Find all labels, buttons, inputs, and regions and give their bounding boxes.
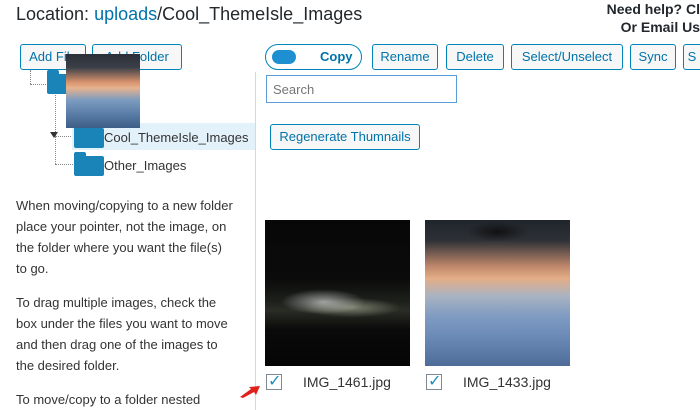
tree-item-label[interactable]: Cool_ThemeIsle_Images [104, 130, 249, 145]
move-copy-toggle[interactable]: Copy [265, 44, 362, 70]
help-paragraph: To move/copy to a folder nested [16, 392, 201, 407]
tree-item-label[interactable]: Other_Images [104, 158, 186, 173]
dragged-image-thumbnail[interactable] [66, 54, 140, 128]
location-uploads-link[interactable]: uploads [94, 4, 157, 24]
help-paragraph: To drag multiple images, check the box u… [16, 295, 228, 373]
tree-line [55, 92, 56, 164]
delete-button[interactable]: Delete [446, 44, 504, 70]
file-name: IMG_1433.jpg [463, 374, 551, 390]
file-name: IMG_1461.jpg [303, 374, 391, 390]
tree-line [30, 84, 48, 85]
tree-line [30, 70, 31, 84]
regenerate-thumbnails-button[interactable]: Regenerate Thumnails [270, 124, 420, 150]
location-prefix: Location: [16, 4, 95, 24]
toggle-label: Copy [320, 49, 353, 64]
folder-icon[interactable] [74, 124, 104, 148]
toggle-knob-icon [272, 50, 296, 64]
sync-button[interactable]: Sync [630, 44, 676, 70]
help-block: Need help? Cl Or Email Us [607, 0, 700, 36]
select-unselect-button[interactable]: Select/Unselect [511, 44, 623, 70]
image-thumbnail[interactable] [265, 220, 410, 366]
mouse-pointer-icon [240, 386, 260, 398]
location-breadcrumb: Location: uploads/Cool_ThemeIsle_Images [16, 4, 362, 25]
help-link[interactable]: Need help? Cl [607, 0, 700, 18]
search-input[interactable] [266, 75, 457, 103]
more-button[interactable]: S [683, 44, 700, 70]
file-checkbox[interactable] [266, 371, 282, 390]
folder-icon[interactable] [74, 152, 104, 176]
email-link[interactable]: Or Email Us [607, 18, 700, 36]
rename-button[interactable]: Rename [372, 44, 438, 70]
image-thumbnail[interactable] [425, 220, 570, 366]
help-paragraph: When moving/copying to a new folder plac… [16, 198, 233, 276]
panel-divider [255, 72, 256, 410]
location-folder: /Cool_ThemeIsle_Images [157, 4, 363, 24]
file-checkbox[interactable] [426, 371, 442, 390]
tree-line [55, 164, 73, 165]
expand-arrow-icon[interactable] [50, 132, 58, 138]
